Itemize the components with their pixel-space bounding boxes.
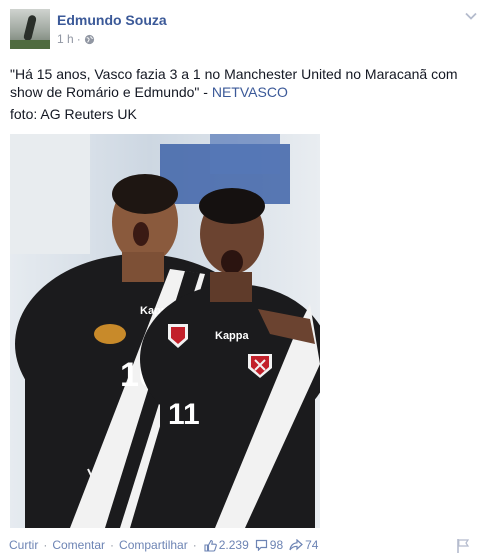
photo-illustration: 10 Kappa Kappa 11 [10, 134, 320, 528]
comment-link[interactable]: Comentar [52, 538, 105, 552]
comments-count-value: 98 [269, 538, 284, 552]
likes-count[interactable]: 2.239 [204, 538, 249, 552]
post-text: "Há 15 anos, Vasco fazia 3 a 1 no Manche… [10, 65, 475, 101]
jersey-number-11: 11 [168, 398, 200, 431]
chevron-down-icon[interactable] [464, 9, 478, 23]
action-separator: · [43, 538, 48, 552]
author-name[interactable]: Edmundo Souza [57, 12, 167, 28]
comments-count[interactable]: 98 [255, 538, 283, 552]
photo-credit: foto: AG Reuters UK [10, 106, 137, 122]
source-link[interactable]: NETVASCO [212, 84, 288, 100]
like-link[interactable]: Curtir [9, 538, 38, 552]
shares-count[interactable]: 74 [289, 538, 318, 552]
post-meta: 1 h · [57, 32, 95, 46]
meta-separator: · [76, 32, 81, 46]
post-time[interactable]: 1 h [57, 32, 74, 46]
likes-count-value: 2.239 [218, 538, 249, 552]
avatar-ground [10, 40, 50, 49]
avatar-figure [22, 14, 38, 42]
action-separator: · [192, 538, 197, 552]
author-avatar[interactable] [10, 9, 50, 49]
facebook-post: Edmundo Souza 1 h · "Há 15 anos, Vasco f… [0, 0, 483, 556]
share-icon [289, 539, 304, 551]
brand-right: Kappa [215, 330, 250, 342]
thumbs-up-icon [204, 539, 217, 552]
action-separator: · [110, 538, 115, 552]
post-actions: Curtir · Comentar · Compartilhar · 2.239… [9, 538, 318, 552]
share-link[interactable]: Compartilhar [119, 538, 188, 552]
comment-icon [255, 539, 267, 551]
flag-icon[interactable] [456, 538, 470, 554]
post-photo[interactable]: 10 Kappa Kappa 11 [10, 134, 320, 528]
globe-icon[interactable] [84, 34, 95, 45]
shares-count-value: 74 [305, 538, 319, 552]
